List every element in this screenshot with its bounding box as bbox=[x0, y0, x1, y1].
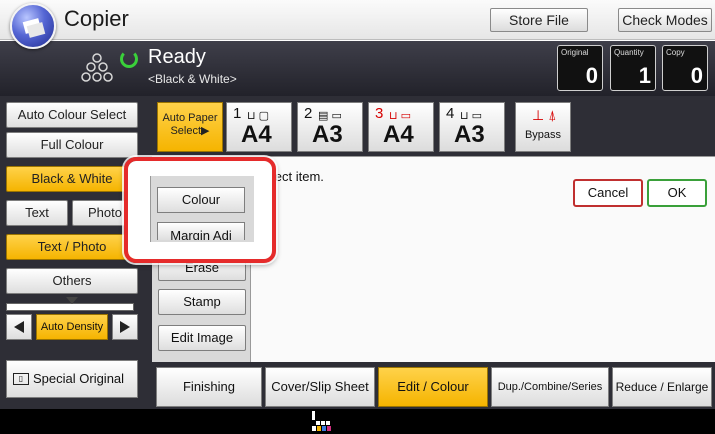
original-counter: Original 0 bbox=[557, 45, 603, 91]
app-title: Copier bbox=[64, 6, 129, 31]
auto-colour-select-button[interactable]: Auto Colour Select bbox=[6, 102, 138, 128]
tab-edit-colour[interactable]: Edit / Colour bbox=[378, 367, 488, 407]
ready-indicator-icon bbox=[120, 50, 138, 68]
ok-button[interactable]: OK bbox=[647, 179, 707, 207]
cancel-button[interactable]: Cancel bbox=[573, 179, 643, 207]
tray-4-button[interactable]: 4 ⊔ ▭ A3 bbox=[439, 102, 505, 152]
special-original-icon: ▯ bbox=[13, 373, 29, 385]
others-button[interactable]: Others bbox=[6, 268, 138, 294]
store-file-button[interactable]: Store File bbox=[490, 8, 588, 32]
status-bar: Ready <Black & White> Original 0 Quantit… bbox=[0, 41, 715, 96]
tab-finishing[interactable]: Finishing bbox=[156, 367, 262, 407]
full-colour-button[interactable]: Full Colour bbox=[6, 132, 138, 158]
tab-cover-slip-sheet[interactable]: Cover/Slip Sheet bbox=[265, 367, 375, 407]
density-scale bbox=[6, 303, 134, 311]
job-status-icon bbox=[81, 53, 113, 82]
tab-dup-combine-series[interactable]: Dup./Combine/Series bbox=[491, 367, 609, 407]
bypass-tray-icon: ⊥ ⍋ bbox=[532, 107, 557, 123]
footer-bar bbox=[0, 409, 715, 434]
stamp-button[interactable]: Stamp bbox=[158, 289, 246, 315]
colour-button[interactable]: Colour bbox=[157, 187, 245, 213]
text-button[interactable]: Text bbox=[6, 200, 68, 226]
status-detail: <Black & White> bbox=[148, 72, 237, 86]
tray-3-button[interactable]: 3 ⊔ ▭ A4 bbox=[368, 102, 434, 152]
arrow-right-icon bbox=[120, 321, 130, 333]
check-modes-button[interactable]: Check Modes bbox=[618, 8, 712, 32]
paper-selection-row: Auto Paper Select▶ 1 ⊔ ▢ A4 2 ▤ ▭ A3 3 ⊔… bbox=[152, 96, 715, 156]
arrow-left-icon bbox=[14, 321, 24, 333]
auto-paper-select-button[interactable]: Auto Paper Select▶ bbox=[157, 102, 223, 152]
edit-image-button[interactable]: Edit Image bbox=[158, 325, 246, 351]
density-darker-button[interactable] bbox=[112, 314, 138, 340]
copier-logo-icon bbox=[10, 3, 56, 49]
status-text: Ready bbox=[148, 46, 206, 68]
special-original-label: Special Original bbox=[33, 371, 125, 386]
auto-density-button[interactable]: Auto Density bbox=[36, 314, 108, 340]
bypass-tray-button[interactable]: ⊥ ⍋ Bypass bbox=[515, 102, 571, 152]
black-white-button[interactable]: Black & White bbox=[6, 166, 138, 192]
text-photo-button[interactable]: Text / Photo bbox=[6, 234, 138, 260]
function-tab-bar: Finishing Cover/Slip Sheet Edit / Colour… bbox=[152, 362, 715, 409]
copy-counter: Copy 0 bbox=[662, 45, 708, 91]
density-marker bbox=[66, 297, 78, 304]
kyhe-logo-icon bbox=[312, 411, 331, 431]
density-lighter-button[interactable] bbox=[6, 314, 32, 340]
tab-reduce-enlarge[interactable]: Reduce / Enlarge bbox=[612, 367, 712, 407]
tray-1-button[interactable]: 1 ⊔ ▢ A4 bbox=[226, 102, 292, 152]
tray-2-button[interactable]: 2 ▤ ▭ A3 bbox=[297, 102, 363, 152]
quantity-counter[interactable]: Quantity 1 bbox=[610, 45, 656, 91]
special-original-button[interactable]: ▯ Special Original bbox=[6, 360, 138, 398]
title-bar: Copier Store File Check Modes bbox=[0, 0, 715, 40]
margin-adj-button[interactable]: Margin Adj bbox=[157, 222, 245, 240]
